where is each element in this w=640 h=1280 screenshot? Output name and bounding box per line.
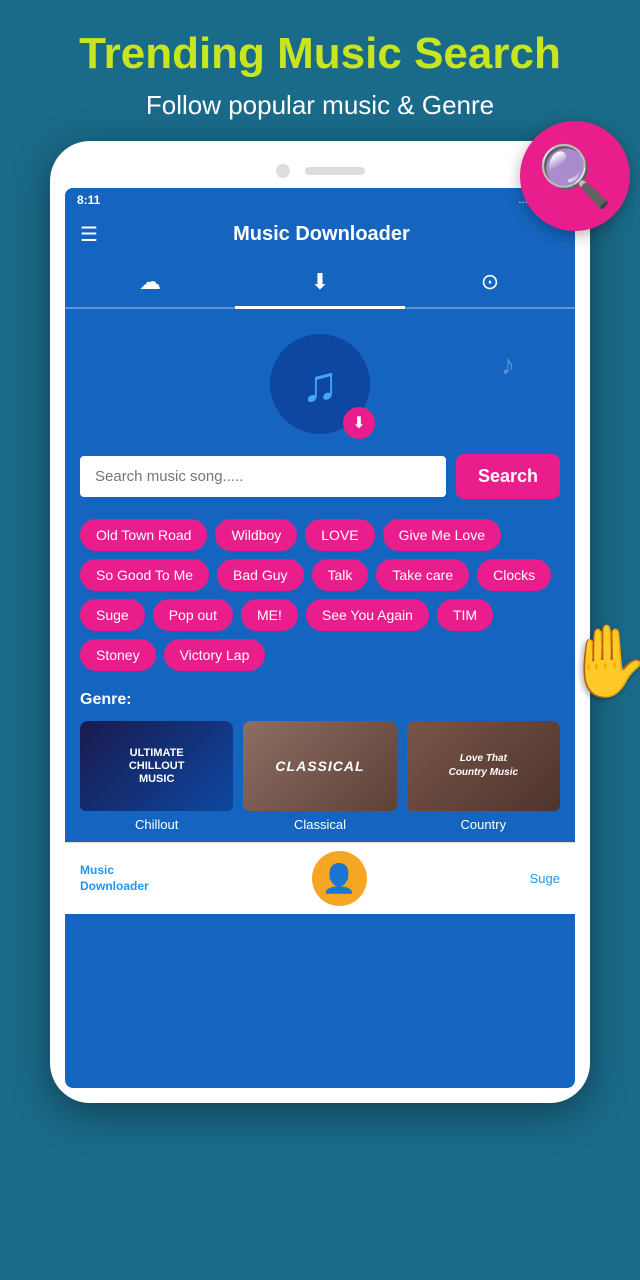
tag-talk[interactable]: Talk (312, 559, 369, 591)
magnifier-icon: 🔍 (538, 141, 613, 212)
phone-speaker (305, 167, 365, 175)
chillout-text: ULTIMATECHILLOUTMUSIC (129, 747, 185, 787)
genre-title: Genre: (80, 691, 560, 709)
hand-pointer-icon: 🤚 (563, 621, 640, 703)
genre-card-classical[interactable]: CLASSICAL Classical (243, 721, 396, 832)
search-bubble-icon[interactable]: 🔍 (520, 121, 630, 231)
classical-text: CLASSICAL (275, 758, 364, 774)
status-bar: 8:11 ... 📶 🔋 (65, 188, 575, 212)
tab-download[interactable]: ⬇ (235, 257, 405, 307)
bottom-nav-music-downloader-line1: Music (80, 863, 149, 879)
app-header: ☰ Music Downloader (65, 212, 575, 257)
download-badge: ⬇ (343, 407, 375, 439)
tag-bad-guy[interactable]: Bad Guy (217, 559, 303, 591)
status-time: 8:11 (77, 193, 100, 207)
tag-old-town-road[interactable]: Old Town Road (80, 519, 207, 551)
genre-label-country: Country (407, 817, 560, 832)
tag-me[interactable]: ME! (241, 599, 298, 631)
search-area: Search (65, 454, 575, 514)
page-subtitle: Follow popular music & Genre (30, 90, 610, 121)
phone-camera (276, 164, 290, 178)
download-arrow-icon: ⬇ (352, 413, 365, 433)
genre-image-chillout: ULTIMATECHILLOUTMUSIC (80, 721, 233, 811)
cloud-icon: ☁ (139, 269, 161, 295)
genre-image-classical: CLASSICAL (243, 721, 396, 811)
tab-cloud[interactable]: ☁ (65, 257, 235, 307)
phone-screen: 8:11 ... 📶 🔋 ☰ Music Downloader ☁ ⬇ (65, 188, 575, 1088)
music-note-icon: ♫ (301, 355, 339, 413)
bottom-nav-music-downloader-line2: Downloader (80, 879, 149, 895)
tag-love[interactable]: LOVE (305, 519, 374, 551)
music-icon-area: ♪ ♫ ⬇ (65, 309, 575, 454)
page-title: Trending Music Search (30, 30, 610, 78)
search-input[interactable] (80, 456, 446, 497)
music-circle: ♫ ⬇ (270, 334, 370, 434)
tag-tim[interactable]: TIM (437, 599, 493, 631)
country-text: Love ThatCountry Music (449, 752, 518, 780)
bottom-nav-avatar[interactable]: 👤 (312, 851, 367, 906)
avatar-emoji: 👤 (322, 862, 357, 895)
tag-clocks[interactable]: Clocks (477, 559, 551, 591)
bottom-nav: Music Downloader 👤 Suge (65, 842, 575, 914)
search-button[interactable]: Search (456, 454, 560, 499)
download-icon: ⬇ (311, 269, 329, 295)
tag-victory-lap[interactable]: Victory Lap (164, 639, 266, 671)
phone-frame: 8:11 ... 📶 🔋 ☰ Music Downloader ☁ ⬇ (50, 141, 590, 1103)
genre-grid: ULTIMATECHILLOUTMUSIC Chillout CLASSICAL… (80, 721, 560, 832)
genre-image-country: Love ThatCountry Music (407, 721, 560, 811)
genre-card-country[interactable]: Love ThatCountry Music Country (407, 721, 560, 832)
hamburger-icon[interactable]: ☰ (80, 222, 98, 247)
tab-music[interactable]: ⊙ (405, 257, 575, 307)
tag-stoney[interactable]: Stoney (80, 639, 156, 671)
tag-wildboy[interactable]: Wildboy (215, 519, 297, 551)
tag-take-care[interactable]: Take care (376, 559, 469, 591)
tag-so-good-to-me[interactable]: So Good To Me (80, 559, 209, 591)
tab-bar: ☁ ⬇ ⊙ (65, 257, 575, 309)
app-title: Music Downloader (113, 223, 530, 246)
music-note-decorative: ♪ (501, 349, 515, 381)
tags-area: Old Town Road Wildboy LOVE Give Me Love … (65, 514, 575, 681)
genre-section: Genre: ULTIMATECHILLOUTMUSIC Chillout CL… (65, 681, 575, 842)
genre-card-chillout[interactable]: ULTIMATECHILLOUTMUSIC Chillout (80, 721, 233, 832)
genre-label-classical: Classical (243, 817, 396, 832)
music-circle-icon: ⊙ (481, 269, 499, 295)
tag-give-me-love[interactable]: Give Me Love (383, 519, 501, 551)
bottom-nav-right[interactable]: Suge (530, 871, 560, 886)
tag-pop-out[interactable]: Pop out (153, 599, 233, 631)
tag-suge[interactable]: Suge (80, 599, 145, 631)
genre-label-chillout: Chillout (80, 817, 233, 832)
bottom-nav-left[interactable]: Music Downloader (80, 863, 149, 894)
phone-top-bar (65, 156, 575, 188)
tag-see-you-again[interactable]: See You Again (306, 599, 429, 631)
